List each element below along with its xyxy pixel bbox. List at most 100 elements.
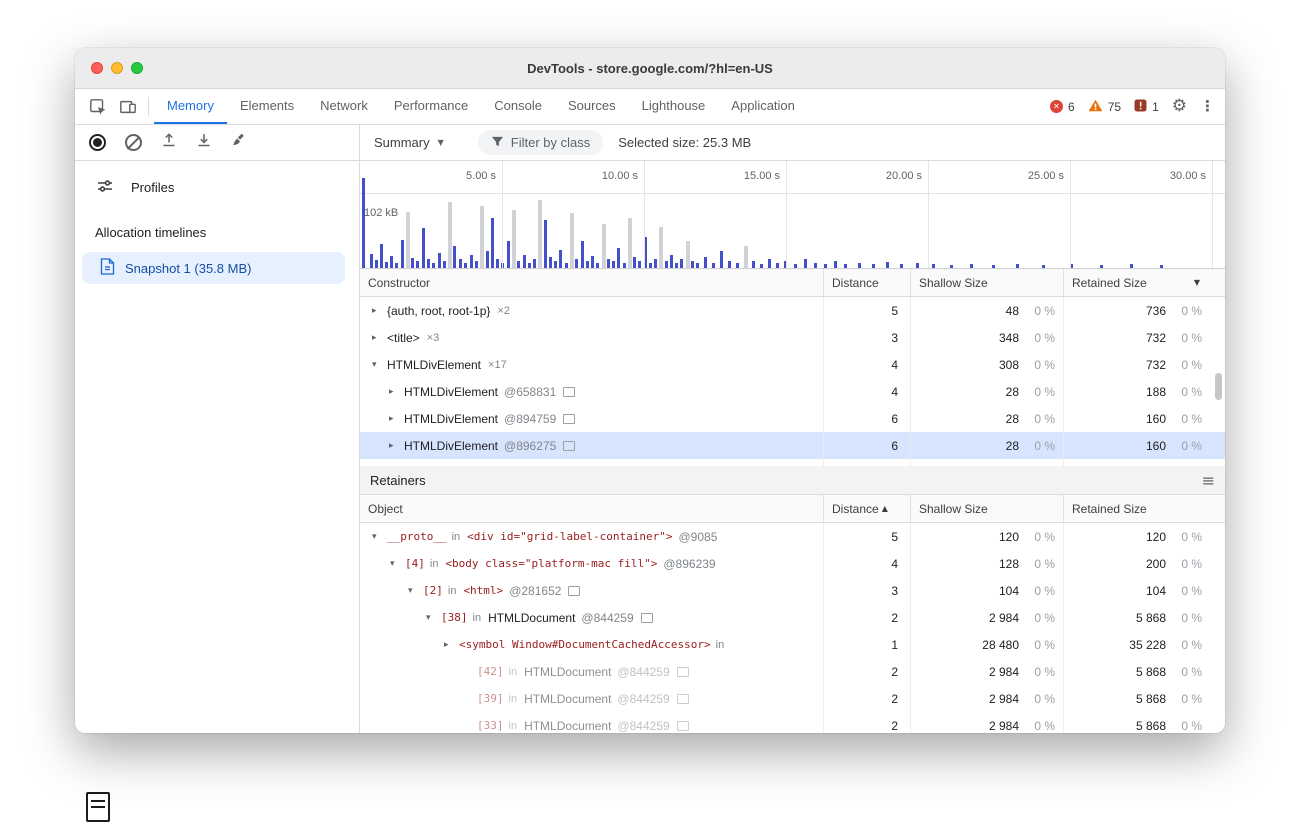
- retainers-distance-column-header[interactable]: Distance ▲: [823, 495, 910, 522]
- size-percent: 0 %: [1019, 719, 1063, 733]
- expand-icon[interactable]: ▸: [389, 414, 404, 424]
- reveal-object-icon[interactable]: [563, 414, 575, 424]
- reveal-object-icon[interactable]: [677, 694, 689, 704]
- clear-all-broom-icon[interactable]: [231, 132, 248, 154]
- close-window-button[interactable]: [91, 62, 103, 74]
- sidebar-item-snapshot-1[interactable]: Snapshot 1 (35.8 MB): [82, 252, 345, 284]
- reveal-object-icon[interactable]: [677, 721, 689, 731]
- sidebar-item-profiles[interactable]: Profiles: [75, 173, 359, 201]
- allocation-bar: [670, 255, 673, 268]
- distance-column-header[interactable]: Distance: [823, 269, 910, 296]
- retainer-row[interactable]: ▾[2]in<html>@28165231040 %1040 %: [360, 577, 1225, 604]
- constructor-column-header[interactable]: Constructor: [360, 269, 823, 296]
- tab-sources[interactable]: Sources: [555, 89, 629, 124]
- allocation-bar: [496, 259, 499, 268]
- vertical-scrollbar-thumb[interactable]: [1215, 373, 1222, 400]
- retainer-row[interactable]: ▸[39]inHTMLDocument@84425922 9840 %5 868…: [360, 685, 1225, 712]
- load-profile-icon[interactable]: [161, 132, 177, 153]
- size-value: 308: [911, 358, 1019, 372]
- warning-icon: [1088, 99, 1103, 115]
- tab-elements[interactable]: Elements: [227, 89, 307, 124]
- size-percent: 0 %: [1166, 530, 1210, 544]
- allocation-bar: [680, 259, 683, 268]
- size-cell: [910, 459, 1063, 466]
- expand-icon[interactable]: ▸: [389, 441, 404, 451]
- retainer-object-cell: ▾[38]inHTMLDocument@844259: [360, 604, 823, 631]
- constructor-row[interactable]: ▸HTMLDivElement@8947596280 %1600 %: [360, 405, 1225, 432]
- warning-count-badge[interactable]: 75: [1088, 99, 1121, 115]
- size-percent: 0 %: [1019, 665, 1063, 679]
- zoom-window-button[interactable]: [131, 62, 143, 74]
- record-heap-button[interactable]: [89, 134, 106, 151]
- expand-icon[interactable]: ▸: [389, 387, 404, 397]
- minimize-window-button[interactable]: [111, 62, 123, 74]
- allocation-bar: [900, 264, 903, 268]
- collapse-icon[interactable]: ▾: [408, 586, 423, 596]
- expand-icon[interactable]: ▸: [444, 640, 459, 650]
- settings-gear-icon[interactable]: ⚙: [1172, 98, 1187, 115]
- constructor-row[interactable]: ▸HTMLDivElement@6588314280 %1880 %: [360, 378, 1225, 405]
- retainers-shallow-column-header[interactable]: Shallow Size: [910, 495, 1063, 522]
- timeline-chart[interactable]: 102 kB 5.00 s10.00 s15.00 s20.00 s25.00 …: [360, 161, 1225, 269]
- in-keyword: in: [509, 720, 518, 732]
- class-filter-input[interactable]: Filter by class: [478, 130, 603, 155]
- distance-cell: [823, 459, 910, 466]
- retainer-row[interactable]: ▾__proto__in<div id="grid-label-containe…: [360, 523, 1225, 550]
- size-percent: 0 %: [1019, 557, 1063, 571]
- reveal-object-icon[interactable]: [641, 613, 653, 623]
- allocation-bar: [411, 258, 414, 268]
- tab-memory[interactable]: Memory: [154, 89, 227, 124]
- allocation-bar: [491, 218, 494, 268]
- perspective-select-value: Summary: [374, 135, 430, 150]
- more-menu-icon[interactable]: ⋮: [1200, 99, 1215, 114]
- collapse-icon[interactable]: ▾: [372, 532, 387, 542]
- clear-profiles-icon[interactable]: [125, 134, 142, 151]
- retainers-retained-column-header[interactable]: Retained Size: [1063, 495, 1210, 522]
- expand-icon[interactable]: ▸: [372, 306, 387, 316]
- retainer-row[interactable]: ▸<symbol Window#DocumentCachedAccessor>i…: [360, 631, 1225, 658]
- shallow-size-column-header[interactable]: Shallow Size: [910, 269, 1063, 296]
- error-count-badge[interactable]: ✕ 6: [1050, 100, 1075, 114]
- allocation-bar: [581, 241, 584, 268]
- collapse-icon[interactable]: ▾: [426, 613, 441, 623]
- constructor-row[interactable]: ▾HTMLDivElement×1743080 %7320 %: [360, 351, 1225, 378]
- constructor-row[interactable]: ▸HTMLDivElement@8962756280 %1600 %: [360, 432, 1225, 459]
- tab-network[interactable]: Network: [307, 89, 381, 124]
- size-percent: 0 %: [1166, 412, 1210, 426]
- object-column-header[interactable]: Object: [360, 495, 823, 522]
- device-toolbar-icon[interactable]: [113, 89, 143, 124]
- issues-count-badge[interactable]: 1: [1134, 99, 1159, 115]
- reveal-object-icon[interactable]: [563, 387, 575, 397]
- retainer-row[interactable]: ▾[38]inHTMLDocument@84425922 9840 %5 868…: [360, 604, 1225, 631]
- retainer-edge-name: <symbol Window#DocumentCachedAccessor>: [459, 638, 711, 651]
- inspect-element-icon[interactable]: [83, 89, 113, 124]
- tab-application[interactable]: Application: [718, 89, 808, 124]
- tab-performance[interactable]: Performance: [381, 89, 481, 124]
- filter-funnel-icon: [491, 135, 504, 151]
- retainer-row[interactable]: ▸[33]inHTMLDocument@84425922 9840 %5 868…: [360, 712, 1225, 733]
- distance-cell: 2: [823, 604, 910, 631]
- reveal-object-icon[interactable]: [563, 441, 575, 451]
- constructor-cell: ▾HTMLDivElement×17: [360, 351, 823, 378]
- size-value: 2 984: [911, 665, 1019, 679]
- tab-console[interactable]: Console: [481, 89, 555, 124]
- size-value: 160: [1064, 412, 1166, 426]
- reveal-object-icon[interactable]: [568, 586, 580, 596]
- constructor-row[interactable]: ▸HTMLDivElement: [360, 459, 1225, 466]
- retainer-row[interactable]: ▸[42]inHTMLDocument@84425922 9840 %5 868…: [360, 658, 1225, 685]
- reveal-object-icon[interactable]: [677, 667, 689, 677]
- save-profile-icon[interactable]: [196, 132, 212, 153]
- distance-cell: 2: [823, 712, 910, 733]
- constructor-row[interactable]: ▸{auth, root, root-1p}×25480 %7360 %: [360, 297, 1225, 324]
- size-percent: 0 %: [1166, 331, 1210, 345]
- perspective-select[interactable]: Summary ▼: [370, 131, 448, 154]
- retainer-row[interactable]: ▾[4]in<body class="platform-mac fill">@8…: [360, 550, 1225, 577]
- expand-icon[interactable]: ▸: [372, 333, 387, 343]
- retainers-menu-icon[interactable]: ≡: [1202, 471, 1215, 490]
- tab-lighthouse[interactable]: Lighthouse: [629, 89, 719, 124]
- collapse-icon[interactable]: ▾: [390, 559, 405, 569]
- collapse-icon[interactable]: ▾: [372, 360, 387, 370]
- retained-size-column-header[interactable]: Retained Size ▼: [1063, 269, 1210, 296]
- constructor-row[interactable]: ▸<title>×333480 %7320 %: [360, 324, 1225, 351]
- distance-cell: 6: [823, 432, 910, 459]
